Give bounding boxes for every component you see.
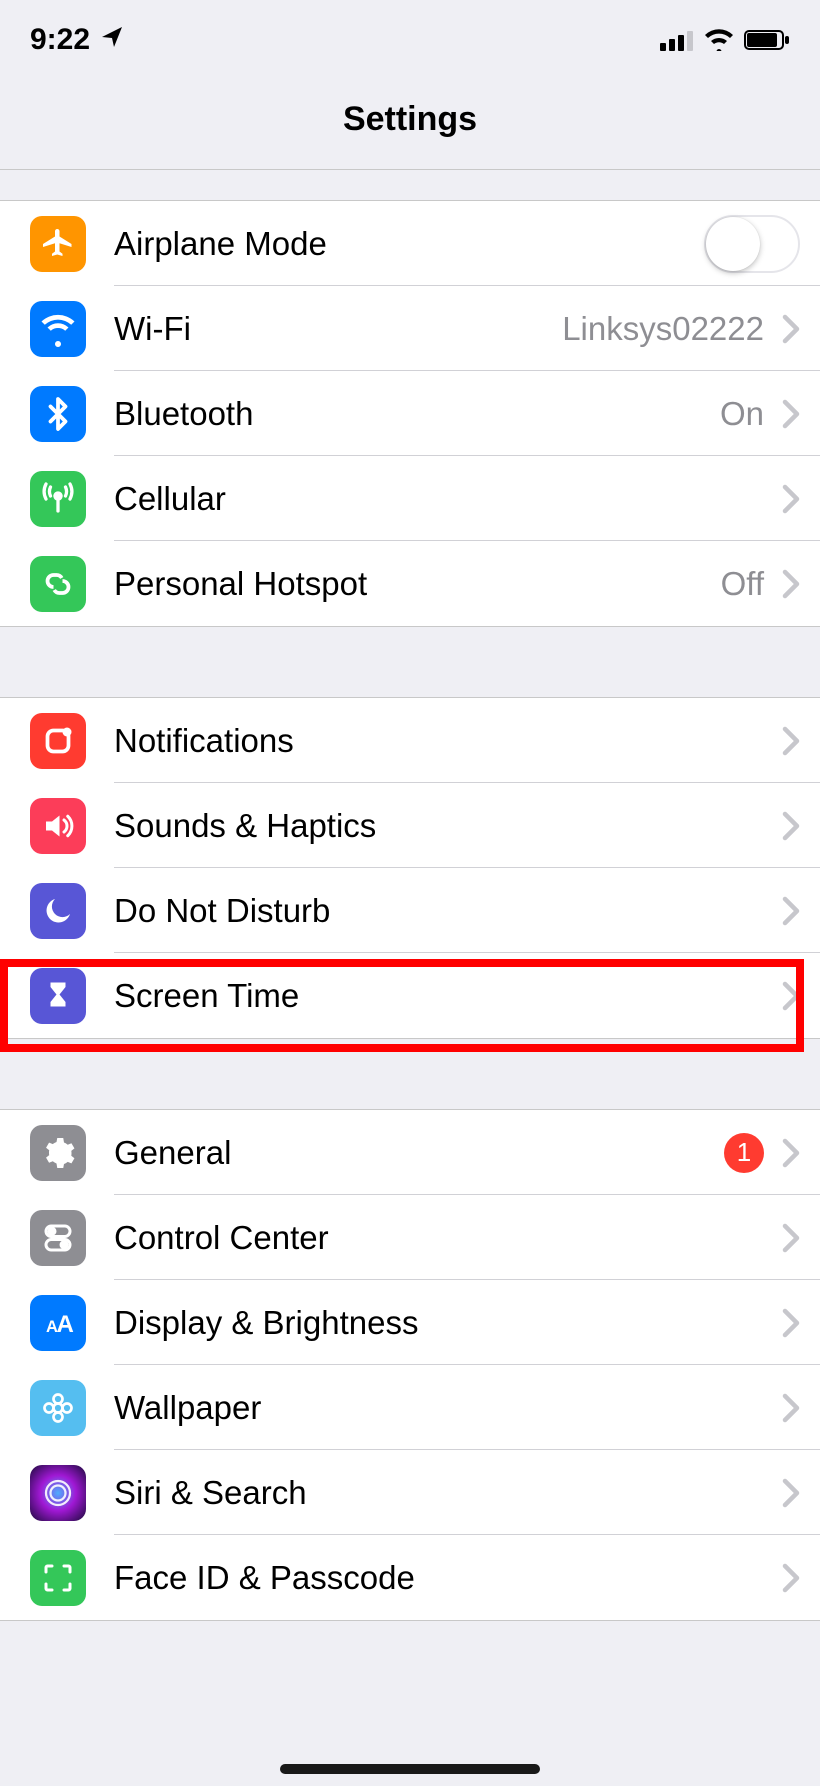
row-label: Airplane Mode — [114, 225, 704, 263]
row-cellular[interactable]: Cellular — [0, 456, 820, 541]
row-airplane-mode[interactable]: Airplane Mode — [0, 201, 820, 286]
home-indicator — [280, 1764, 540, 1774]
row-detail: On — [720, 395, 764, 433]
row-wifi[interactable]: Wi-Fi Linksys02222 — [0, 286, 820, 371]
row-siri-search[interactable]: Siri & Search — [0, 1450, 820, 1535]
status-time: 9:22 — [30, 23, 90, 57]
text-size-icon: AA — [30, 1295, 86, 1351]
row-detail: Linksys02222 — [562, 310, 764, 348]
group-spacer — [0, 627, 820, 697]
hourglass-icon — [30, 968, 86, 1024]
row-display-brightness[interactable]: AA Display & Brightness — [0, 1280, 820, 1365]
status-bar: 9:22 — [0, 10, 820, 70]
chevron-right-icon — [782, 726, 800, 756]
row-label: Personal Hotspot — [114, 565, 721, 603]
row-general[interactable]: General 1 — [0, 1110, 820, 1195]
row-label: Do Not Disturb — [114, 892, 774, 930]
chevron-right-icon — [782, 1138, 800, 1168]
bluetooth-icon — [30, 386, 86, 442]
row-label: Siri & Search — [114, 1474, 774, 1512]
row-label: Cellular — [114, 480, 774, 518]
row-label: Control Center — [114, 1219, 774, 1257]
settings-group-connectivity: Airplane Mode Wi-Fi Linksys02222 Bluetoo… — [0, 200, 820, 627]
chevron-right-icon — [782, 1308, 800, 1338]
group-spacer — [0, 1039, 820, 1109]
row-faceid-passcode[interactable]: Face ID & Passcode — [0, 1535, 820, 1620]
row-label: Screen Time — [114, 977, 774, 1015]
row-sounds-haptics[interactable]: Sounds & Haptics — [0, 783, 820, 868]
chevron-right-icon — [782, 1478, 800, 1508]
group-spacer — [0, 170, 820, 200]
row-detail: Off — [721, 565, 764, 603]
row-wallpaper[interactable]: Wallpaper — [0, 1365, 820, 1450]
svg-text:A: A — [57, 1311, 74, 1338]
gear-icon — [30, 1125, 86, 1181]
moon-icon — [30, 883, 86, 939]
page-title: Settings — [0, 70, 820, 170]
settings-group-alerts: Notifications Sounds & Haptics Do Not Di… — [0, 697, 820, 1039]
airplane-mode-toggle[interactable] — [704, 215, 800, 273]
settings-group-general: General 1 Control Center AA Display & Br… — [0, 1109, 820, 1621]
row-label: Bluetooth — [114, 395, 720, 433]
chevron-right-icon — [782, 1563, 800, 1593]
chevron-right-icon — [782, 399, 800, 429]
chevron-right-icon — [782, 811, 800, 841]
siri-icon — [30, 1465, 86, 1521]
notification-badge: 1 — [724, 1133, 764, 1173]
chevron-right-icon — [782, 1393, 800, 1423]
chevron-right-icon — [782, 569, 800, 599]
row-label: Wi-Fi — [114, 310, 562, 348]
hotspot-icon — [30, 556, 86, 612]
chevron-right-icon — [782, 981, 800, 1011]
row-bluetooth[interactable]: Bluetooth On — [0, 371, 820, 456]
battery-icon — [744, 29, 790, 51]
row-personal-hotspot[interactable]: Personal Hotspot Off — [0, 541, 820, 626]
status-left: 9:22 — [30, 23, 124, 57]
speaker-icon — [30, 798, 86, 854]
row-label: Wallpaper — [114, 1389, 774, 1427]
cellular-icon — [30, 471, 86, 527]
row-label: Sounds & Haptics — [114, 807, 774, 845]
chevron-right-icon — [782, 314, 800, 344]
chevron-right-icon — [782, 896, 800, 926]
chevron-right-icon — [782, 1223, 800, 1253]
faceid-icon — [30, 1550, 86, 1606]
switches-icon — [30, 1210, 86, 1266]
wifi-icon — [30, 301, 86, 357]
airplane-icon — [30, 216, 86, 272]
wifi-signal-icon — [704, 29, 734, 51]
row-label: General — [114, 1134, 724, 1172]
cellular-signal-icon — [660, 29, 694, 51]
row-control-center[interactable]: Control Center — [0, 1195, 820, 1280]
location-arrow-icon — [100, 23, 124, 57]
status-right — [660, 29, 790, 51]
chevron-right-icon — [782, 484, 800, 514]
row-label: Face ID & Passcode — [114, 1559, 774, 1597]
row-notifications[interactable]: Notifications — [0, 698, 820, 783]
row-label: Display & Brightness — [114, 1304, 774, 1342]
row-do-not-disturb[interactable]: Do Not Disturb — [0, 868, 820, 953]
notifications-icon — [30, 713, 86, 769]
flower-icon — [30, 1380, 86, 1436]
row-screen-time[interactable]: Screen Time — [0, 953, 820, 1038]
row-label: Notifications — [114, 722, 774, 760]
